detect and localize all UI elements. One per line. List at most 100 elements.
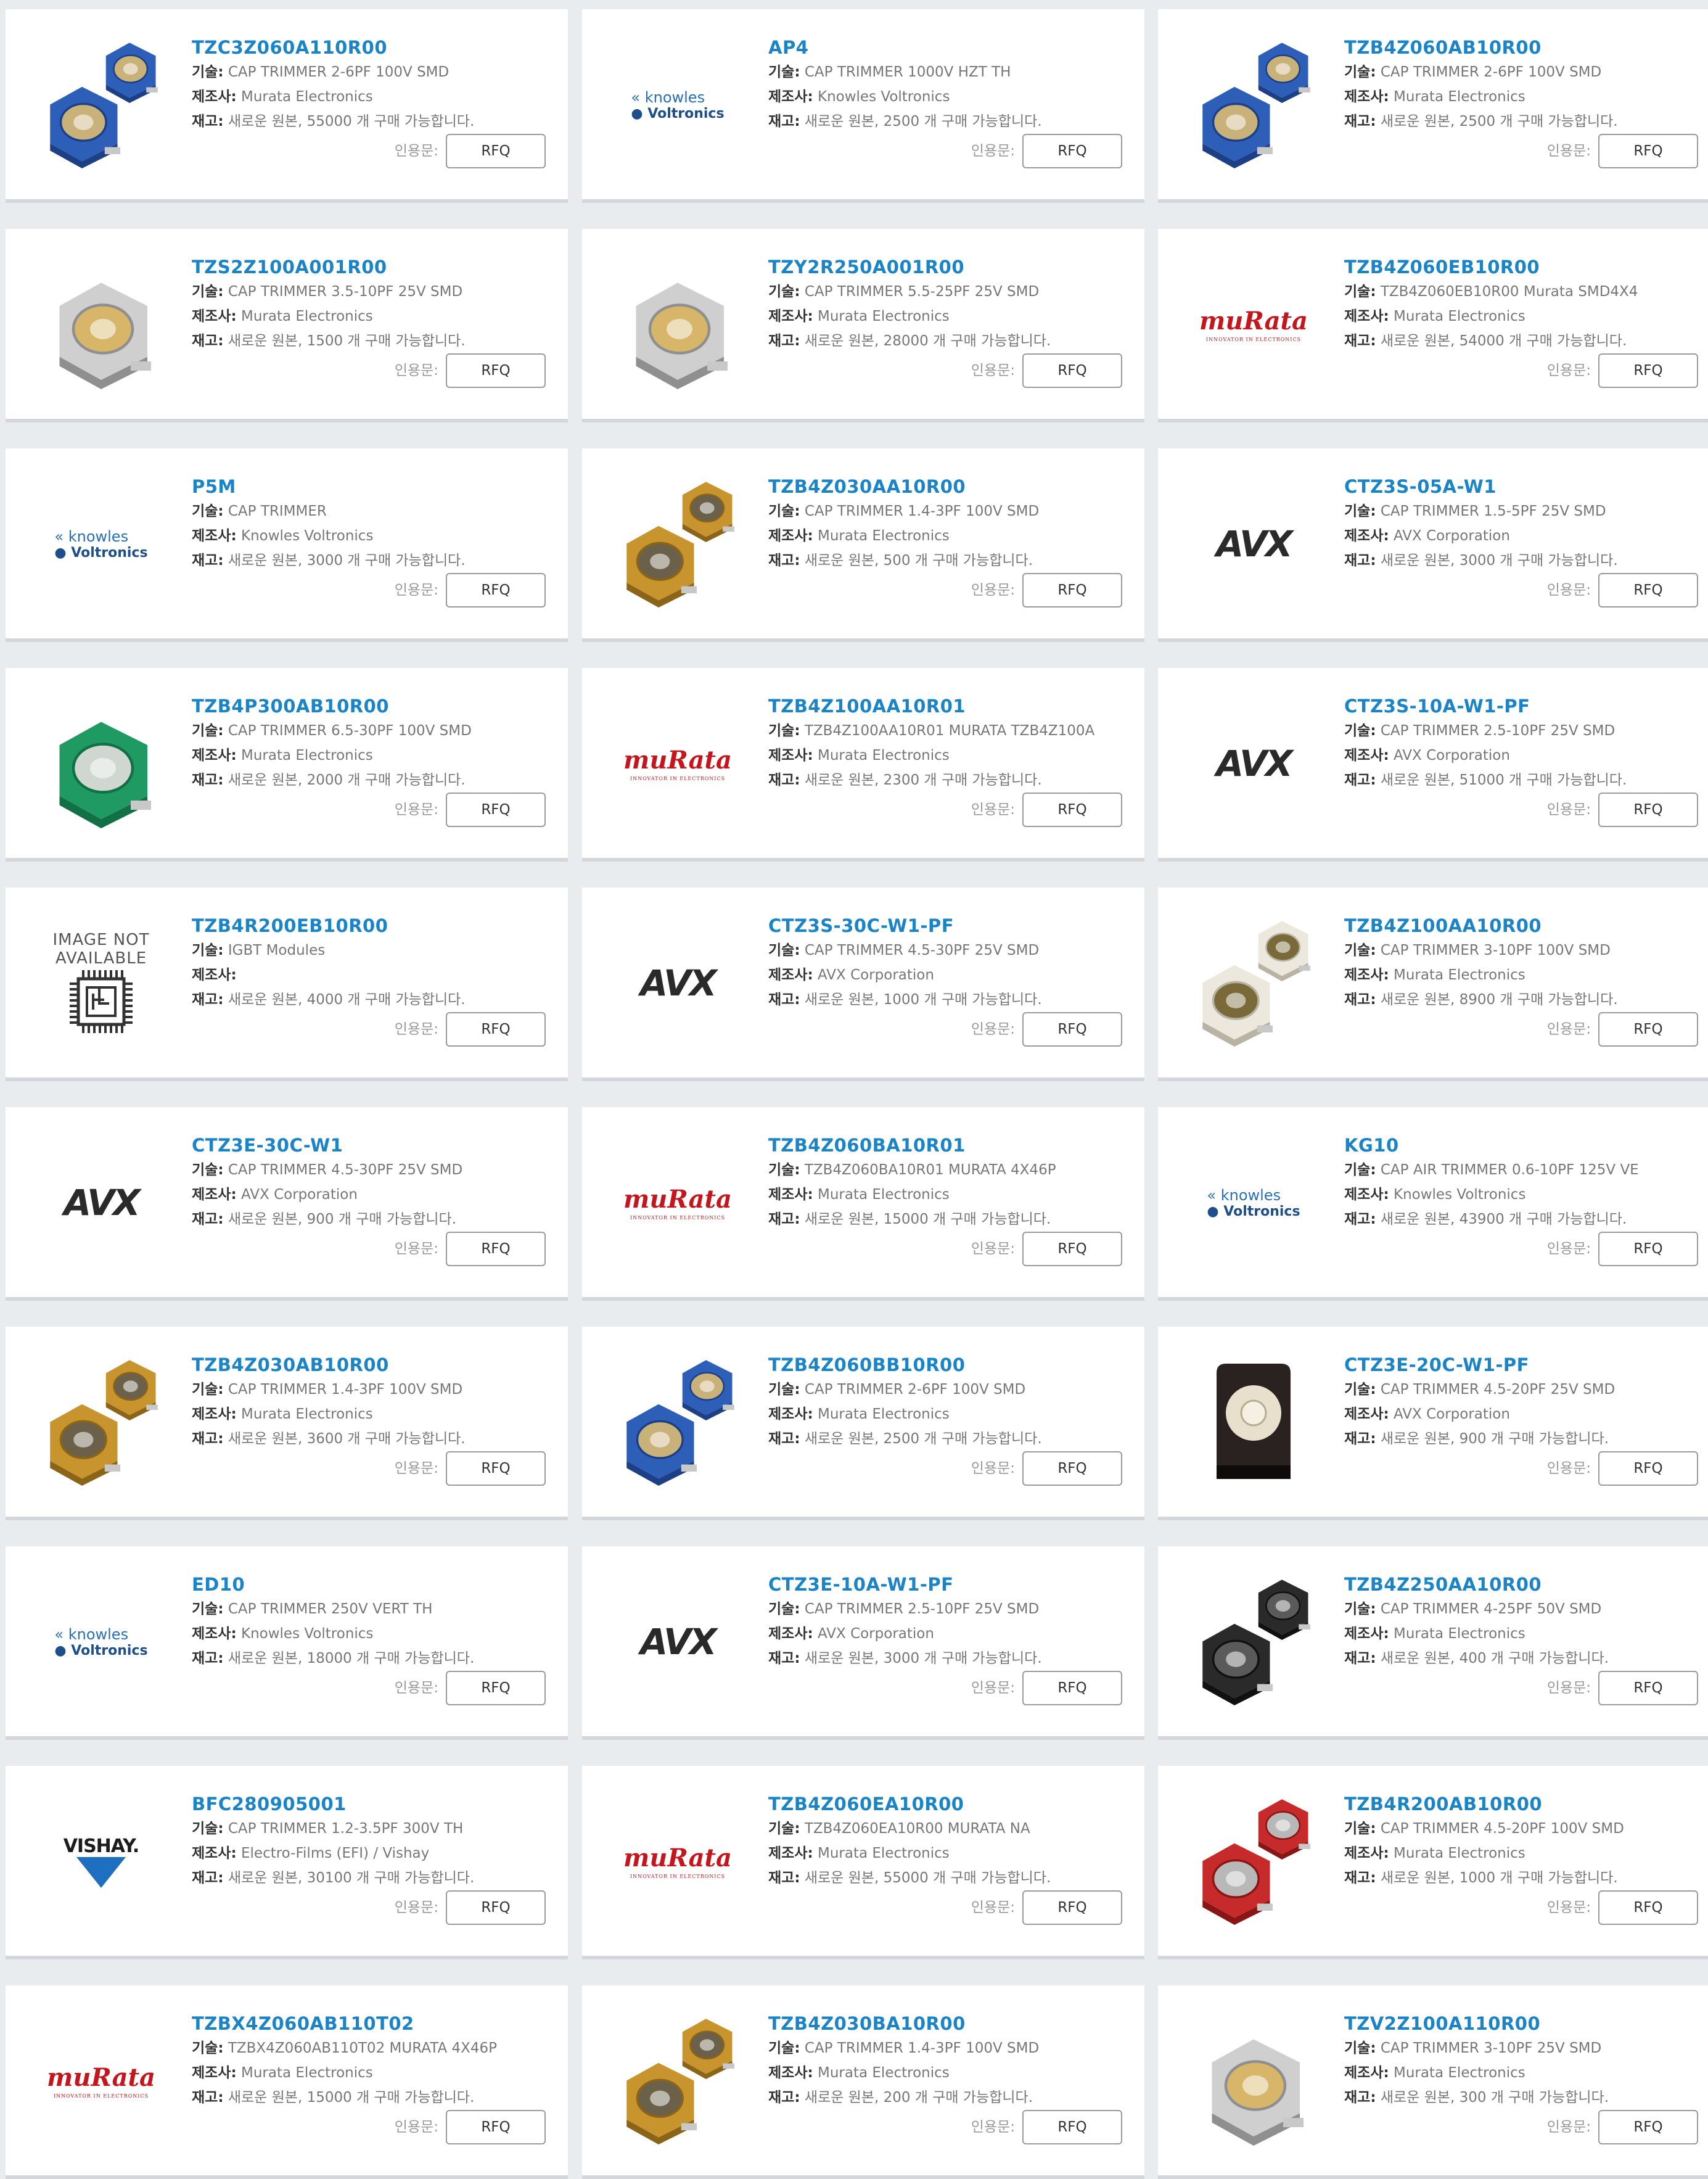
- rfq-button[interactable]: RFQ: [446, 1012, 546, 1047]
- rfq-button[interactable]: RFQ: [446, 353, 546, 388]
- part-number-link[interactable]: TZB4Z060EA10R00: [768, 1792, 1126, 1816]
- part-number-link[interactable]: TZB4Z100AA10R00: [1344, 913, 1702, 938]
- rfq-button[interactable]: RFQ: [446, 573, 546, 608]
- part-number-link[interactable]: TZB4Z030AA10R00: [768, 474, 1126, 499]
- part-number-link[interactable]: TZBX4Z060AB110T02: [192, 2011, 549, 2036]
- part-number-link[interactable]: CTZ3E-20C-W1-PF: [1344, 1353, 1702, 1377]
- part-number-link[interactable]: AP4: [768, 35, 1126, 60]
- tech-label: 기술:: [1344, 723, 1376, 739]
- part-number-link[interactable]: ED10: [192, 1572, 549, 1597]
- product-image[interactable]: [24, 28, 178, 182]
- rfq-button[interactable]: RFQ: [1598, 134, 1698, 168]
- product-image[interactable]: AVX: [1176, 686, 1331, 841]
- part-number-link[interactable]: TZB4Z250AA10R00: [1344, 1572, 1702, 1597]
- rfq-button[interactable]: RFQ: [1598, 1890, 1698, 1925]
- rfq-button[interactable]: RFQ: [1598, 793, 1698, 827]
- rfq-button[interactable]: RFQ: [1598, 353, 1698, 388]
- murata-logo-wordmark: muRata: [623, 1185, 732, 1214]
- part-number-link[interactable]: TZB4Z060EB10R00: [1344, 255, 1702, 279]
- product-image[interactable]: « knowles ● Voltronics: [1176, 1126, 1331, 1280]
- product-image[interactable]: muRata INNOVATOR IN ELECTRONICS: [1176, 247, 1331, 402]
- rfq-button[interactable]: RFQ: [1598, 573, 1698, 608]
- part-number-link[interactable]: TZB4R200EB10R00: [192, 913, 549, 938]
- voltronics-wordmark: ● Voltronics: [54, 1643, 147, 1658]
- rfq-button[interactable]: RFQ: [1022, 1012, 1122, 1047]
- product-image[interactable]: AVX: [601, 906, 755, 1060]
- rfq-button[interactable]: RFQ: [1598, 2110, 1698, 2144]
- tech-line: 기술: CAP TRIMMER 3-10PF 25V SMD: [1344, 2036, 1702, 2061]
- product-image[interactable]: AVX: [601, 1565, 755, 1719]
- part-number-link[interactable]: TZS2Z100A001R00: [192, 255, 549, 279]
- part-number-link[interactable]: CTZ3E-30C-W1: [192, 1133, 549, 1158]
- product-image[interactable]: muRata INNOVATOR IN ELECTRONICS: [601, 686, 755, 841]
- product-image[interactable]: « knowles ● Voltronics: [24, 467, 178, 621]
- part-number-link[interactable]: TZB4P300AB10R00: [192, 694, 549, 719]
- product-image[interactable]: [601, 1345, 755, 1499]
- part-number-link[interactable]: TZC3Z060A110R00: [192, 35, 549, 60]
- rfq-button[interactable]: RFQ: [1022, 2110, 1122, 2144]
- product-image[interactable]: [24, 1345, 178, 1499]
- rfq-button[interactable]: RFQ: [1598, 1451, 1698, 1486]
- rfq-button[interactable]: RFQ: [446, 1232, 546, 1266]
- rfq-button[interactable]: RFQ: [446, 793, 546, 827]
- rfq-button[interactable]: RFQ: [446, 1671, 546, 1705]
- rfq-button[interactable]: RFQ: [1598, 1232, 1698, 1266]
- rfq-button[interactable]: RFQ: [1022, 1232, 1122, 1266]
- rfq-button[interactable]: RFQ: [1598, 1012, 1698, 1047]
- part-number-link[interactable]: CTZ3S-10A-W1-PF: [1344, 694, 1702, 719]
- part-number-link[interactable]: TZB4R200AB10R00: [1344, 1792, 1702, 1816]
- product-image[interactable]: [1176, 2004, 1331, 2158]
- rfq-button[interactable]: RFQ: [1022, 1671, 1122, 1705]
- rfq-button[interactable]: RFQ: [1022, 134, 1122, 168]
- product-image[interactable]: « knowles ● Voltronics: [24, 1565, 178, 1719]
- rfq-button[interactable]: RFQ: [446, 134, 546, 168]
- product-image[interactable]: [24, 686, 178, 841]
- product-image[interactable]: [1176, 1345, 1331, 1499]
- product-image[interactable]: [1176, 1565, 1331, 1719]
- rfq-button[interactable]: RFQ: [1022, 353, 1122, 388]
- product-image[interactable]: [601, 2004, 755, 2158]
- murata-logo-tagline: INNOVATOR IN ELECTRONICS: [1205, 337, 1302, 342]
- rfq-button[interactable]: RFQ: [1022, 1451, 1122, 1486]
- product-image[interactable]: [601, 247, 755, 402]
- rfq-button[interactable]: RFQ: [446, 2110, 546, 2144]
- part-number-link[interactable]: TZB4Z060BA10R01: [768, 1133, 1126, 1158]
- product-image[interactable]: AVX: [1176, 467, 1331, 621]
- stock-label: 재고:: [1344, 772, 1376, 788]
- product-image[interactable]: IMAGE NOT AVAILABLE: [24, 906, 178, 1060]
- tech-value: CAP TRIMMER 5.5-25PF 25V SMD: [804, 284, 1040, 300]
- product-image[interactable]: « knowles ● Voltronics: [601, 28, 755, 182]
- stock-line: 재고: 새로운 원본, 900 개 구매 가능합니다.: [1344, 1427, 1702, 1451]
- part-number-link[interactable]: CTZ3S-05A-W1: [1344, 474, 1702, 499]
- part-number-link[interactable]: TZB4Z100AA10R01: [768, 694, 1126, 719]
- rfq-button[interactable]: RFQ: [446, 1890, 546, 1925]
- tech-label: 기술:: [768, 723, 800, 739]
- product-card: « knowles ● Voltronics ED10 기술: CAP TRIMMER…: [6, 1546, 568, 1740]
- product-image[interactable]: AVX: [24, 1126, 178, 1280]
- product-image[interactable]: [1176, 28, 1331, 182]
- part-number-link[interactable]: TZY2R250A001R00: [768, 255, 1126, 279]
- rfq-button[interactable]: RFQ: [1022, 793, 1122, 827]
- product-image[interactable]: muRata INNOVATOR IN ELECTRONICS: [601, 1126, 755, 1280]
- rfq-button[interactable]: RFQ: [1598, 1671, 1698, 1705]
- part-number-link[interactable]: P5M: [192, 474, 549, 499]
- product-image[interactable]: [601, 467, 755, 621]
- product-image[interactable]: [1176, 1784, 1331, 1938]
- part-number-link[interactable]: TZB4Z030AB10R00: [192, 1353, 549, 1377]
- rfq-button[interactable]: RFQ: [1022, 1890, 1122, 1925]
- product-image[interactable]: [1176, 906, 1331, 1060]
- product-image[interactable]: VISHAY.: [24, 1784, 178, 1938]
- part-number-link[interactable]: BFC280905001: [192, 1792, 549, 1816]
- part-number-link[interactable]: CTZ3E-10A-W1-PF: [768, 1572, 1126, 1597]
- part-number-link[interactable]: CTZ3S-30C-W1-PF: [768, 913, 1126, 938]
- rfq-button[interactable]: RFQ: [446, 1451, 546, 1486]
- part-number-link[interactable]: TZB4Z060AB10R00: [1344, 35, 1702, 60]
- part-number-link[interactable]: TZV2Z100A110R00: [1344, 2011, 1702, 2036]
- product-image[interactable]: [24, 247, 178, 402]
- product-image[interactable]: muRata INNOVATOR IN ELECTRONICS: [601, 1784, 755, 1938]
- part-number-link[interactable]: TZB4Z060BB10R00: [768, 1353, 1126, 1377]
- product-image[interactable]: muRata INNOVATOR IN ELECTRONICS: [24, 2004, 178, 2158]
- part-number-link[interactable]: KG10: [1344, 1133, 1702, 1158]
- rfq-button[interactable]: RFQ: [1022, 573, 1122, 608]
- part-number-link[interactable]: TZB4Z030BA10R00: [768, 2011, 1126, 2036]
